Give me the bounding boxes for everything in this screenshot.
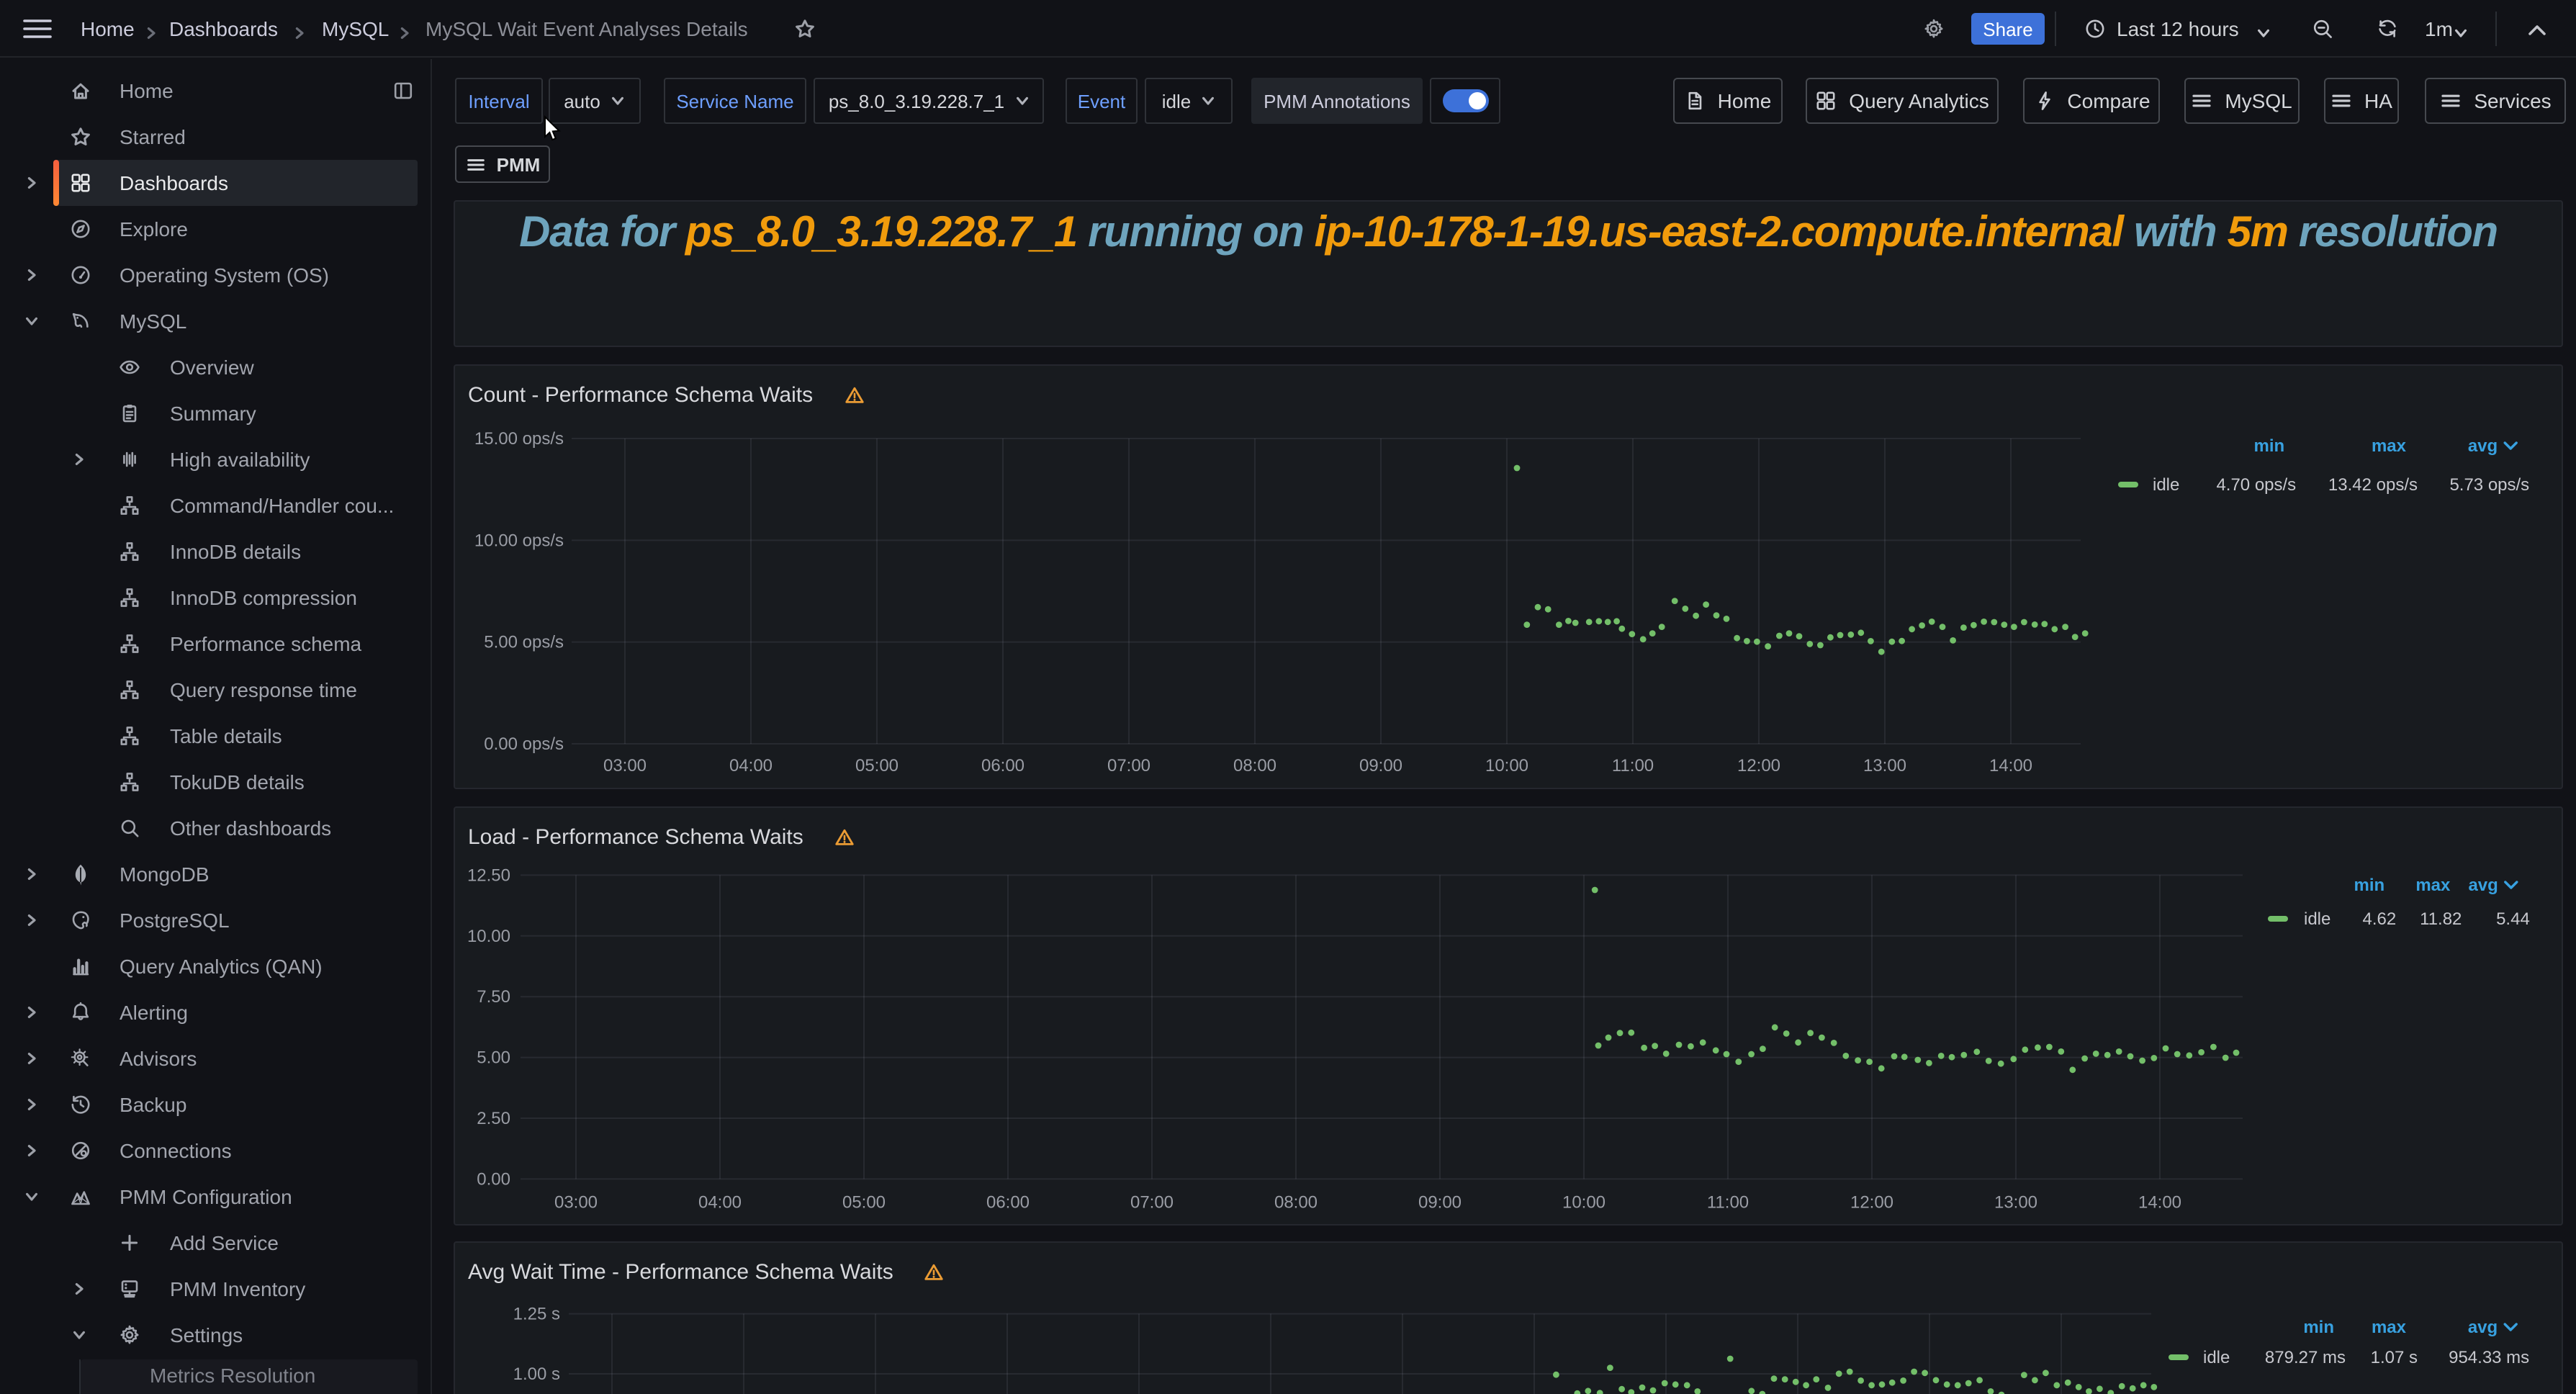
svg-text:0.00: 0.00: [477, 1169, 510, 1189]
svg-text:idle: idle: [2304, 909, 2330, 929]
svg-text:06:00: 06:00: [981, 755, 1024, 775]
svg-text:10:00: 10:00: [1562, 1192, 1606, 1212]
svg-text:12.50: 12.50: [467, 865, 510, 885]
svg-text:12:00: 12:00: [1850, 1192, 1893, 1212]
svg-text:13:00: 13:00: [1994, 1192, 2037, 1212]
svg-text:879.27 ms: 879.27 ms: [2265, 1347, 2346, 1367]
svg-text:5.44: 5.44: [2496, 909, 2530, 929]
svg-text:10.00 ops/s: 10.00 ops/s: [474, 530, 564, 549]
svg-text:avg: avg: [2468, 876, 2498, 895]
svg-text:1.07 s: 1.07 s: [2371, 1347, 2418, 1367]
svg-text:14:00: 14:00: [2138, 1192, 2181, 1212]
svg-text:avg: avg: [2468, 1317, 2498, 1336]
svg-text:min: min: [2354, 876, 2385, 895]
svg-text:idle: idle: [2153, 475, 2179, 494]
svg-text:11.82: 11.82: [2420, 909, 2462, 929]
svg-text:1.25 s: 1.25 s: [513, 1304, 560, 1323]
svg-text:11:00: 11:00: [1612, 755, 1654, 775]
svg-text:13.42 ops/s: 13.42 ops/s: [2328, 475, 2418, 494]
svg-text:4.70 ops/s: 4.70 ops/s: [2216, 475, 2296, 494]
svg-text:10:00: 10:00: [1485, 755, 1528, 775]
svg-text:08:00: 08:00: [1274, 1192, 1318, 1212]
svg-text:10.00: 10.00: [467, 927, 510, 946]
svg-text:2.50: 2.50: [477, 1109, 510, 1128]
svg-text:max: max: [2372, 436, 2407, 455]
svg-text:min: min: [2303, 1317, 2334, 1336]
svg-text:03:00: 03:00: [603, 755, 647, 775]
svg-text:min: min: [2254, 436, 2285, 455]
svg-text:06:00: 06:00: [986, 1192, 1030, 1212]
svg-text:08:00: 08:00: [1233, 755, 1276, 775]
svg-text:11:00: 11:00: [1707, 1192, 1749, 1212]
svg-text:0.00 ops/s: 0.00 ops/s: [484, 734, 564, 753]
svg-text:13:00: 13:00: [1863, 755, 1906, 775]
svg-text:15.00 ops/s: 15.00 ops/s: [474, 428, 564, 448]
svg-text:7.50: 7.50: [477, 987, 510, 1007]
svg-text:12:00: 12:00: [1737, 755, 1780, 775]
svg-text:954.33 ms: 954.33 ms: [2449, 1347, 2529, 1367]
svg-text:5.00: 5.00: [477, 1048, 510, 1068]
svg-text:14:00: 14:00: [1989, 755, 2032, 775]
svg-text:07:00: 07:00: [1130, 1192, 1174, 1212]
svg-text:09:00: 09:00: [1418, 1192, 1462, 1212]
svg-text:5.00 ops/s: 5.00 ops/s: [484, 632, 564, 652]
svg-text:idle: idle: [2203, 1347, 2230, 1367]
svg-text:09:00: 09:00: [1359, 755, 1402, 775]
svg-text:05:00: 05:00: [842, 1192, 886, 1212]
svg-text:04:00: 04:00: [698, 1192, 742, 1212]
svg-text:4.62: 4.62: [2362, 909, 2396, 929]
svg-text:04:00: 04:00: [729, 755, 773, 775]
svg-text:max: max: [2372, 1317, 2407, 1336]
svg-text:05:00: 05:00: [855, 755, 899, 775]
svg-text:max: max: [2415, 876, 2451, 895]
svg-text:1.00 s: 1.00 s: [513, 1364, 560, 1383]
svg-text:03:00: 03:00: [554, 1192, 598, 1212]
svg-text:07:00: 07:00: [1107, 755, 1150, 775]
svg-text:avg: avg: [2468, 436, 2498, 455]
svg-text:5.73 ops/s: 5.73 ops/s: [2449, 475, 2529, 494]
